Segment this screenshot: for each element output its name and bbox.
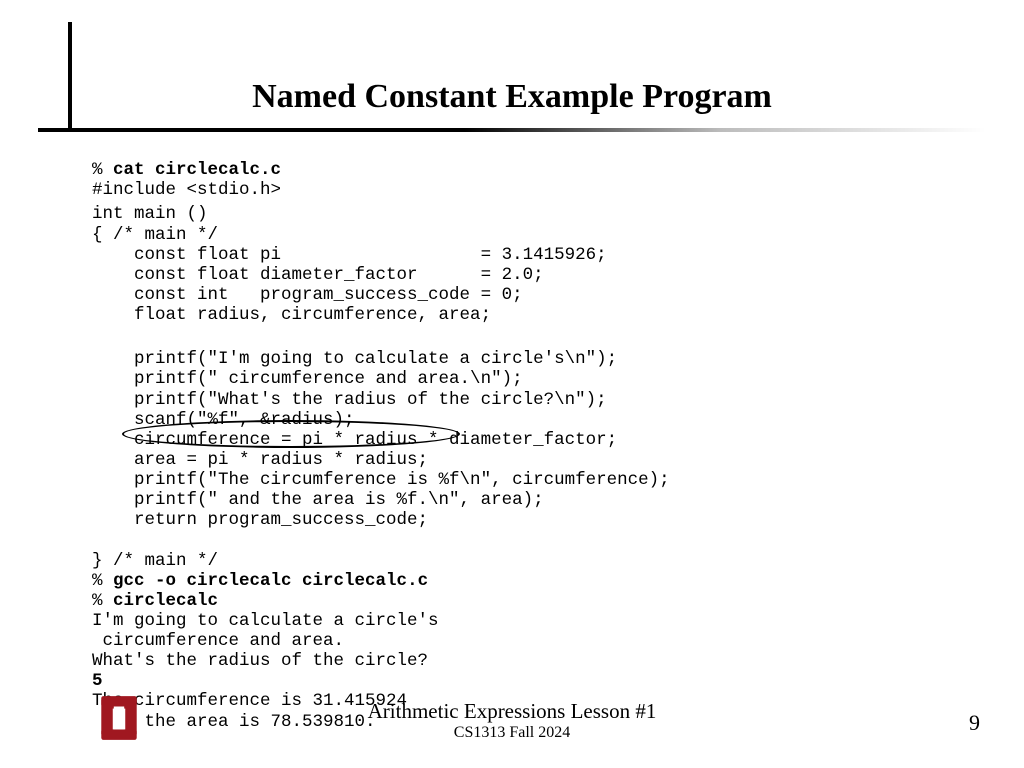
slide-footer: Arithmetic Expressions Lesson #1 CS1313 … (0, 699, 1024, 742)
code-line: #include <stdio.h> (92, 180, 281, 200)
code-line: printf("What's the radius of the circle?… (92, 390, 607, 410)
code-line: scanf("%f", &radius); (92, 410, 355, 430)
code-line: int main () (92, 204, 208, 224)
code-line: printf(" circumference and area.\n"); (92, 369, 523, 389)
code-line: return program_success_code; (92, 510, 428, 530)
slide-title: Named Constant Example Program (0, 78, 1024, 116)
footer-line-1: Arithmetic Expressions Lesson #1 (0, 699, 1024, 724)
code-line: float radius, circumference, area; (92, 305, 491, 325)
code-line: const int program_success_code = 0; (92, 285, 523, 305)
code-line: % cat circlecalc.c (92, 160, 281, 180)
code-line: I'm going to calculate a circle's (92, 611, 439, 631)
footer-line-2: CS1313 Fall 2024 (0, 724, 1024, 742)
code-listing: % cat circlecalc.c #include <stdio.h> in… (92, 140, 984, 732)
code-line: const float pi = 3.1415926; (92, 245, 607, 265)
code-line: const float diameter_factor = 2.0; (92, 265, 544, 285)
code-line: circumference = pi * radius * diameter_f… (92, 430, 617, 450)
code-line: 5 (92, 671, 103, 691)
code-line: % circlecalc (92, 591, 218, 611)
code-line: } /* main */ (92, 551, 218, 571)
code-line: printf("The circumference is %f\n", circ… (92, 470, 670, 490)
horizontal-rule (38, 128, 986, 132)
code-line: % gcc -o circlecalc circlecalc.c (92, 571, 428, 591)
page-number: 9 (969, 710, 980, 736)
code-line: area = pi * radius * radius; (92, 450, 428, 470)
code-line: { /* main */ (92, 225, 218, 245)
code-line: What's the radius of the circle? (92, 651, 428, 671)
slide: Named Constant Example Program % cat cir… (0, 0, 1024, 768)
code-line: circumference and area. (92, 631, 344, 651)
code-line: printf(" and the area is %f.\n", area); (92, 490, 544, 510)
code-line: printf("I'm going to calculate a circle'… (92, 349, 617, 369)
